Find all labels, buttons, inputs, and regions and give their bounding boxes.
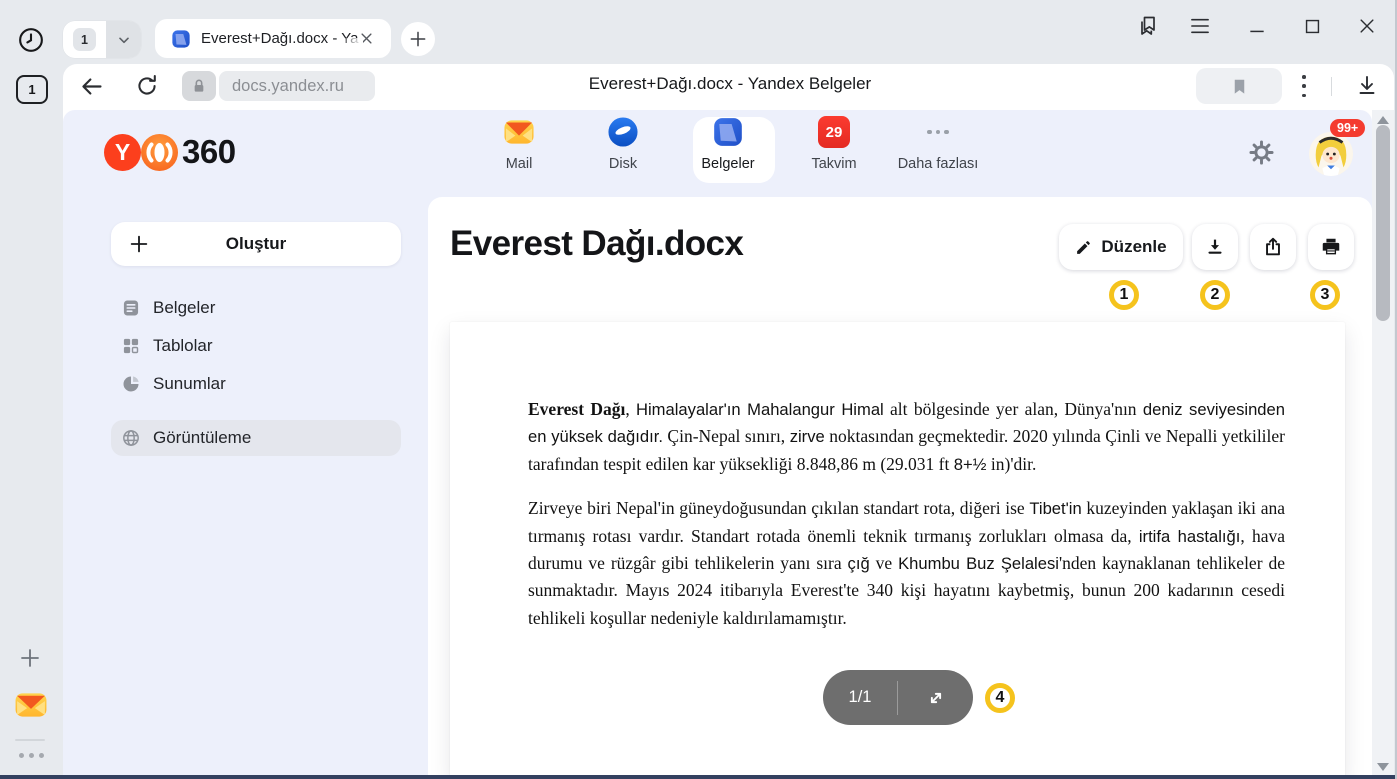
bookmarks-panel-icon[interactable] bbox=[1136, 14, 1160, 38]
back-button[interactable] bbox=[78, 73, 105, 100]
app-belgeler[interactable]: Belgeler bbox=[676, 116, 780, 186]
share-button[interactable] bbox=[1250, 224, 1296, 270]
chevron-down-icon bbox=[116, 32, 132, 48]
window-minimize-button[interactable] bbox=[1245, 14, 1269, 38]
print-button[interactable] bbox=[1308, 224, 1354, 270]
sidebar-divider bbox=[15, 739, 45, 741]
sidebar-item-belgeler[interactable]: Belgeler bbox=[111, 290, 401, 326]
url-field[interactable]: docs.yandex.ru bbox=[219, 71, 375, 101]
documents-icon bbox=[712, 116, 744, 148]
sidebar-tab-counter[interactable]: 1 bbox=[16, 75, 48, 104]
yandex360-logo-o[interactable] bbox=[141, 134, 178, 171]
app-disk[interactable]: Disk bbox=[571, 116, 675, 186]
disk-icon bbox=[607, 116, 639, 148]
address-bar-menu-icon[interactable] bbox=[1299, 75, 1309, 97]
app-more-label: Daha fazlası bbox=[898, 156, 979, 172]
yandex-mail-icon[interactable] bbox=[14, 688, 48, 722]
pencil-icon bbox=[1075, 239, 1092, 256]
fullscreen-toggle[interactable] bbox=[898, 687, 973, 709]
print-icon bbox=[1320, 236, 1342, 258]
edit-button[interactable]: Düzenle bbox=[1059, 224, 1183, 270]
history-clock-icon[interactable] bbox=[17, 26, 45, 54]
create-button[interactable]: Oluştur bbox=[111, 222, 401, 266]
sidebar-add-icon[interactable] bbox=[18, 646, 42, 670]
window-bottom-edge bbox=[0, 775, 1397, 779]
scroll-up-arrow[interactable] bbox=[1377, 116, 1389, 124]
paragraph-2: Zirveye biri Nepal'in güneydoğusundan çı… bbox=[528, 495, 1285, 632]
app-mail-label: Mail bbox=[506, 156, 533, 172]
sidebar-item-sunumlar[interactable]: Sunumlar bbox=[111, 366, 401, 402]
reload-icon bbox=[134, 73, 160, 99]
annotation-marker-4: 4 bbox=[985, 683, 1015, 713]
app-belgeler-label: Belgeler bbox=[701, 156, 754, 172]
window-close-button[interactable] bbox=[1355, 14, 1379, 38]
download-arrow-icon bbox=[1355, 73, 1379, 97]
annotation-marker-1: 1 bbox=[1109, 280, 1139, 310]
bookmark-button[interactable] bbox=[1196, 68, 1282, 104]
notification-badge: 99+ bbox=[1330, 119, 1365, 137]
app-more[interactable]: Daha fazlası bbox=[886, 116, 990, 186]
browser-window: 1 1 Everest+Dağı.docx - bbox=[0, 0, 1397, 779]
address-bar-page-title[interactable]: Everest+Dağı.docx - Yandex Belgeler bbox=[380, 74, 1080, 94]
tab-title: Everest+Dağı.docx - Yan bbox=[201, 30, 359, 47]
new-tab-button[interactable] bbox=[401, 22, 435, 56]
expand-icon bbox=[925, 687, 947, 709]
settings-gear-icon[interactable] bbox=[1248, 139, 1275, 166]
paragraph-1: Everest Dağı, Himalayalar'ın Mahalangur … bbox=[528, 396, 1285, 478]
app-takvim-label: Takvim bbox=[811, 156, 856, 172]
lock-icon bbox=[191, 78, 207, 94]
sidebar-item-tablolar[interactable]: Tablolar bbox=[111, 328, 401, 364]
brand-360-text: 360 bbox=[182, 133, 236, 171]
scrollbar-thumb[interactable] bbox=[1376, 125, 1390, 321]
share-icon bbox=[1262, 236, 1284, 258]
address-bar-divider bbox=[1331, 77, 1332, 96]
tab-group-pill[interactable]: 1 bbox=[63, 21, 141, 58]
sidebar-item-label: Sunumlar bbox=[153, 374, 226, 394]
bookmark-icon bbox=[1230, 77, 1249, 96]
browser-menu-icon[interactable] bbox=[1188, 14, 1212, 38]
presentations-pie-icon bbox=[121, 374, 141, 394]
reload-button[interactable] bbox=[134, 73, 160, 99]
sidebar-item-goruntuleme[interactable]: Görüntüleme bbox=[111, 420, 401, 456]
back-arrow-icon bbox=[78, 73, 105, 100]
calendar-icon: 29 bbox=[818, 116, 850, 148]
tab-group-count[interactable]: 1 bbox=[63, 21, 106, 58]
create-button-label: Oluştur bbox=[111, 234, 401, 254]
app-mail[interactable]: Mail bbox=[467, 116, 571, 186]
downloads-button[interactable] bbox=[1355, 73, 1379, 97]
document-text: Everest Dağı, Himalayalar'ın Mahalangur … bbox=[528, 396, 1285, 649]
site-security-chip[interactable] bbox=[182, 71, 216, 101]
globe-icon bbox=[121, 428, 141, 448]
scroll-down-arrow[interactable] bbox=[1377, 763, 1389, 771]
document-title: Everest Dağı.docx bbox=[450, 224, 743, 264]
page-indicator-pill[interactable]: 1/1 bbox=[823, 670, 973, 725]
more-apps-icon bbox=[922, 116, 954, 148]
annotation-marker-2: 2 bbox=[1200, 280, 1230, 310]
edit-button-label: Düzenle bbox=[1101, 237, 1166, 257]
documents-list-icon bbox=[121, 298, 141, 318]
page-counter: 1/1 bbox=[823, 688, 897, 707]
yandex-logo-y[interactable]: Y bbox=[104, 134, 141, 171]
document-favicon bbox=[171, 29, 191, 49]
sidebar-item-label: Belgeler bbox=[153, 298, 215, 318]
plus-icon bbox=[128, 233, 150, 255]
sidebar-item-label: Görüntüleme bbox=[153, 428, 251, 448]
window-maximize-button[interactable] bbox=[1300, 14, 1324, 38]
tab-group-chevron[interactable] bbox=[106, 21, 141, 58]
sidebar-item-label: Tablolar bbox=[153, 336, 213, 356]
annotation-marker-3: 3 bbox=[1310, 280, 1340, 310]
sidebar-more-icon[interactable] bbox=[19, 753, 44, 758]
plus-icon bbox=[408, 29, 428, 49]
app-disk-label: Disk bbox=[609, 156, 637, 172]
tables-grid-icon bbox=[121, 336, 141, 356]
download-icon bbox=[1204, 236, 1226, 258]
app-takvim[interactable]: 29 Takvim bbox=[782, 116, 886, 186]
active-tab[interactable]: Everest+Dağı.docx - Yan bbox=[155, 19, 391, 58]
mail-icon bbox=[503, 116, 535, 148]
download-document-button[interactable] bbox=[1192, 224, 1238, 270]
user-avatar[interactable] bbox=[1309, 132, 1353, 176]
tab-title-fade bbox=[337, 38, 363, 58]
